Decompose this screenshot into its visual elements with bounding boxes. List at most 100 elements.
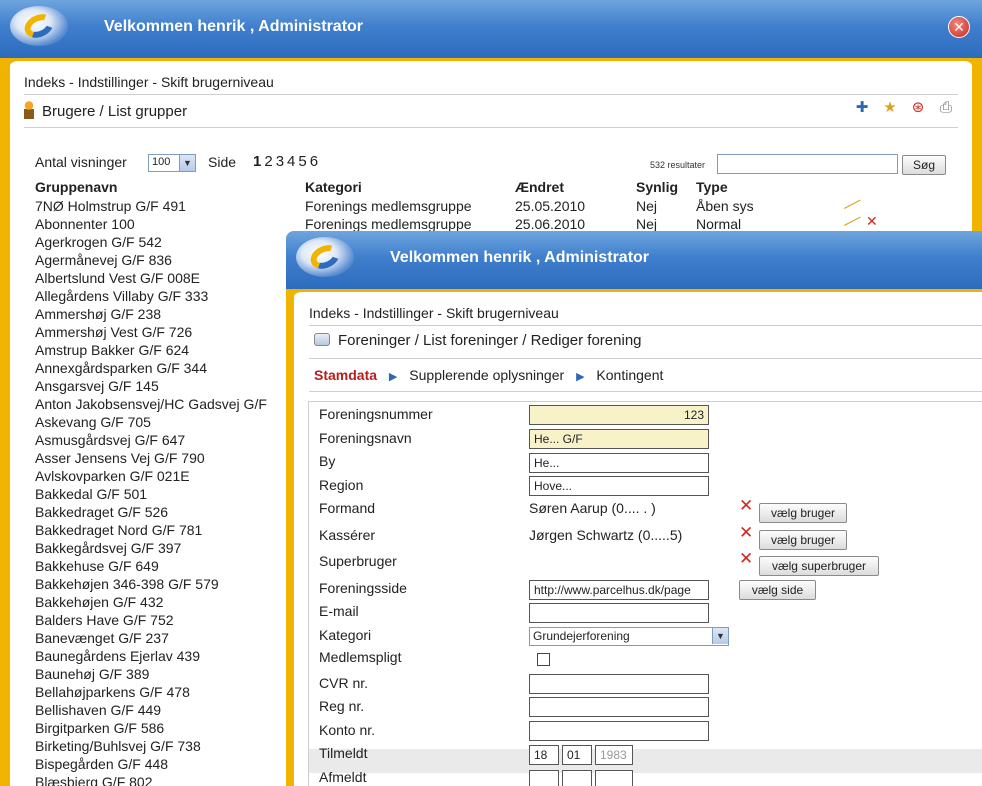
- search-button[interactable]: Søg: [902, 155, 946, 175]
- label-kasserer: Kassérer: [319, 527, 376, 543]
- page-link[interactable]: 1: [253, 153, 261, 170]
- search-input[interactable]: [717, 154, 898, 174]
- list-item[interactable]: Avlskovparken G/F 021E: [35, 467, 295, 485]
- breadcrumb[interactable]: Indeks - Indstillinger - Skift brugerniv…: [309, 305, 559, 321]
- list-item[interactable]: Baunehøj G/F 389: [35, 665, 295, 683]
- list-item[interactable]: Ammershøj G/F 238: [35, 305, 295, 323]
- remove-kasserer-icon[interactable]: ✕: [739, 523, 753, 543]
- kategori-select[interactable]: Grundejerforening ▼: [529, 627, 729, 646]
- delete-icon[interactable]: ✕: [866, 213, 878, 230]
- page-link[interactable]: 6: [310, 153, 318, 170]
- col-synlig[interactable]: Synlig: [636, 179, 678, 195]
- antal-select[interactable]: 100 ▼: [148, 154, 196, 172]
- list-item[interactable]: Birgitparken G/F 586: [35, 719, 295, 737]
- tilmeldt-day[interactable]: 18: [529, 745, 559, 765]
- page-link[interactable]: 5: [298, 153, 306, 170]
- region-field[interactable]: Hove...: [529, 476, 709, 496]
- page-link[interactable]: 2: [264, 153, 272, 170]
- remove-superbruger-icon[interactable]: ✕: [739, 549, 753, 569]
- antal-label: Antal visninger: [35, 154, 127, 170]
- list-item[interactable]: Bellahøjparkens G/F 478: [35, 683, 295, 701]
- label-region: Region: [319, 477, 364, 493]
- chevron-down-icon: ▼: [712, 628, 728, 644]
- select-superbruger-button[interactable]: vælg superbruger: [759, 556, 879, 576]
- cvr-field[interactable]: [529, 674, 709, 694]
- list-item[interactable]: Ammershøj Vest G/F 726: [35, 323, 295, 341]
- row-synlig: Nej: [636, 198, 658, 214]
- list-item[interactable]: 7NØ Holmstrup G/F 491: [35, 197, 295, 215]
- medlemspligt-checkbox[interactable]: [537, 653, 550, 666]
- select-side-button[interactable]: vælg side: [739, 580, 816, 600]
- label-foreningsside: Foreningsside: [319, 580, 407, 596]
- label-superbruger: Superbruger: [319, 553, 397, 569]
- list-item[interactable]: Ansgarsvej G/F 145: [35, 377, 295, 395]
- konto-field[interactable]: [529, 721, 709, 741]
- list-item[interactable]: Abonnenter 100: [35, 215, 295, 233]
- reg-field[interactable]: [529, 697, 709, 717]
- list-item[interactable]: Bakkehøjen G/F 432: [35, 593, 295, 611]
- list-item[interactable]: Bakkehøjen 346-398 G/F 579: [35, 575, 295, 593]
- foreningsnavn-field[interactable]: He... G/F: [529, 429, 709, 449]
- list-item[interactable]: Annexgårdsparken G/F 344: [35, 359, 295, 377]
- row-aendret: 25.05.2010: [515, 198, 586, 214]
- list-item[interactable]: Asmusgårdsvej G/F 647: [35, 431, 295, 449]
- list-item[interactable]: Agerkrogen G/F 542: [35, 233, 295, 251]
- list-item[interactable]: Bakkedraget G/F 526: [35, 503, 295, 521]
- label-afmeldt: Afmeldt: [319, 769, 367, 785]
- list-item[interactable]: Balders Have G/F 752: [35, 611, 295, 629]
- tilmeldt-year[interactable]: 1983: [595, 745, 633, 765]
- list-item[interactable]: Allegårdens Villaby G/F 333: [35, 287, 295, 305]
- select-kasserer-button[interactable]: vælg bruger: [759, 530, 847, 550]
- tab-supplerende[interactable]: Supplerende oplysninger: [409, 367, 564, 383]
- list-item[interactable]: Bakkedraget Nord G/F 781: [35, 521, 295, 539]
- list-item[interactable]: Bellishaven G/F 449: [35, 701, 295, 719]
- list-item[interactable]: Blæsbjerg G/F 802: [35, 773, 295, 786]
- list-item[interactable]: Bispegården G/F 448: [35, 755, 295, 773]
- list-item[interactable]: Baunegårdens Ejerlav 439: [35, 647, 295, 665]
- group-name-list: 7NØ Holmstrup G/F 491 Abonnenter 100 Age…: [35, 197, 295, 786]
- label-formand: Formand: [319, 500, 376, 516]
- results-count: 532 resultater: [650, 160, 706, 170]
- email-field[interactable]: [529, 603, 709, 623]
- list-item[interactable]: Birketing/Buhlsvej G/F 738: [35, 737, 295, 755]
- list-item[interactable]: Agermånevej G/F 836: [35, 251, 295, 269]
- tab-bar: Stamdata ▶ Supplerende oplysninger ▶ Kon…: [314, 367, 663, 383]
- col-kategori[interactable]: Kategori: [305, 179, 362, 195]
- app-logo-icon: [10, 6, 68, 46]
- afmeldt-month[interactable]: [562, 770, 592, 786]
- list-item[interactable]: Amstrup Bakker G/F 624: [35, 341, 295, 359]
- list-item[interactable]: Anton Jakobsensvej/HC Gadsvej G/F: [35, 395, 295, 413]
- tilmeldt-month[interactable]: 01: [562, 745, 592, 765]
- col-gruppenavn[interactable]: Gruppenavn: [35, 179, 117, 195]
- tab-stamdata[interactable]: Stamdata: [314, 367, 377, 383]
- by-field[interactable]: He...: [529, 453, 709, 473]
- afmeldt-day[interactable]: [529, 770, 559, 786]
- afmeldt-year[interactable]: [595, 770, 633, 786]
- close-icon[interactable]: ✕: [948, 16, 970, 38]
- list-item[interactable]: Banevænget G/F 237: [35, 629, 295, 647]
- pagination: 123456: [253, 153, 321, 170]
- breadcrumb[interactable]: Indeks - Indstillinger - Skift brugerniv…: [24, 74, 274, 90]
- formand-value: Søren Aarup (0.... . ): [529, 500, 656, 516]
- list-item[interactable]: Bakkedal G/F 501: [35, 485, 295, 503]
- page-link[interactable]: 4: [287, 153, 295, 170]
- remove-formand-icon[interactable]: ✕: [739, 496, 753, 516]
- label-reg: Reg nr.: [319, 698, 365, 714]
- col-type[interactable]: Type: [696, 179, 728, 195]
- list-item[interactable]: Asser Jensens Vej G/F 790: [35, 449, 295, 467]
- list-item[interactable]: Askevang G/F 705: [35, 413, 295, 431]
- col-aendret[interactable]: Ændret: [515, 179, 564, 195]
- foreningsside-field[interactable]: http://www.parcelhus.dk/page: [529, 580, 709, 600]
- list-item[interactable]: Bakkegårdsvej G/F 397: [35, 539, 295, 557]
- filter-bar: [25, 93, 952, 119]
- list-item[interactable]: Bakkehuse G/F 649: [35, 557, 295, 575]
- page-link[interactable]: 3: [276, 153, 284, 170]
- list-item[interactable]: Albertslund Vest G/F 008E: [35, 269, 295, 287]
- app-logo-icon: [296, 237, 354, 277]
- tab-kontingent[interactable]: Kontingent: [596, 367, 663, 383]
- page-title: Foreninger / List foreninger / Rediger f…: [314, 332, 642, 349]
- select-formand-button[interactable]: vælg bruger: [759, 503, 847, 523]
- foreningsnummer-field[interactable]: 123: [529, 405, 709, 425]
- stamdata-form: Foreningsnummer 123 Foreningsnavn He... …: [308, 401, 982, 786]
- window-icon: [314, 333, 330, 346]
